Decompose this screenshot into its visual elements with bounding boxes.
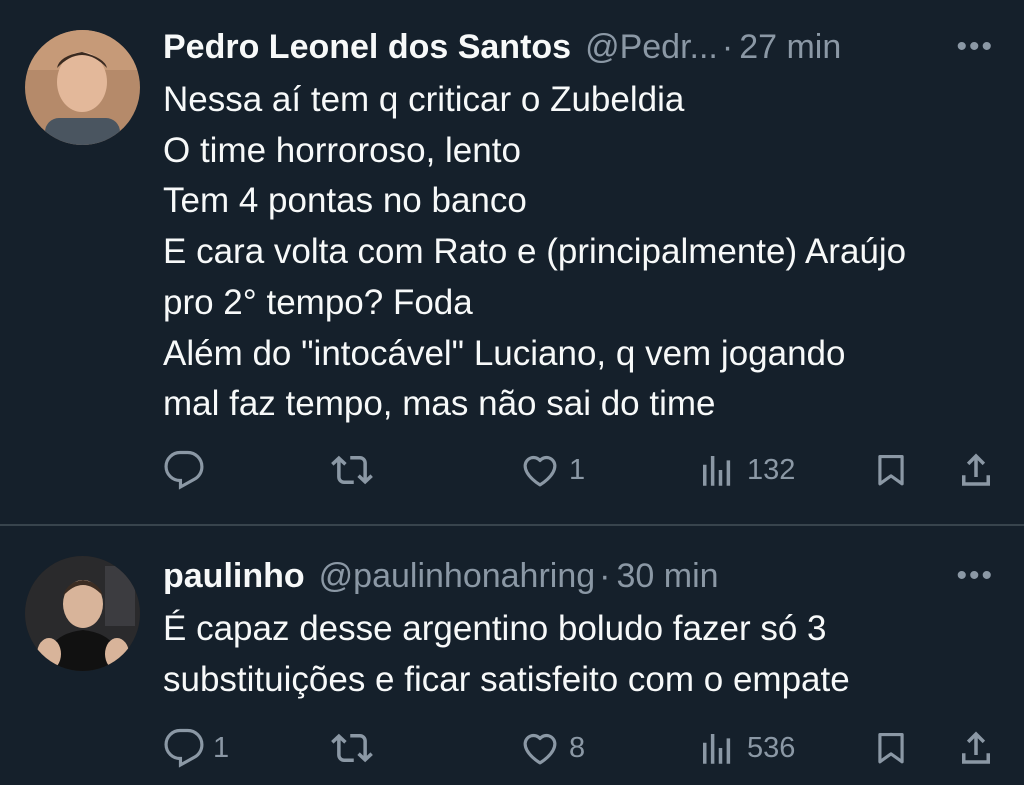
more-icon[interactable]: •••	[956, 553, 994, 599]
bookmark-icon	[872, 727, 910, 769]
timestamp[interactable]: 30 min	[616, 557, 718, 596]
timestamp[interactable]: 27 min	[739, 28, 841, 67]
reply-count: 1	[213, 731, 230, 764]
tweet-text: Nessa aí tem q criticar o Zubeldia O tim…	[163, 75, 1004, 430]
reply-button[interactable]: 1	[163, 723, 229, 773]
like-count: 1	[569, 453, 586, 486]
tweet-text-line: Além do "intocável" Luciano, q vem jogan…	[163, 333, 846, 373]
tweet-text-line: Tem 4 pontas no banco	[163, 181, 527, 221]
tweet[interactable]: paulinho @paulinhonahring · 30 min ••• É…	[0, 526, 1024, 785]
tweet-text-line: mal faz tempo, mas não sai do time	[163, 384, 716, 424]
share-button[interactable]	[955, 445, 997, 495]
tweet-text-line: Nessa aí tem q criticar o Zubeldia	[163, 80, 685, 119]
tweet[interactable]: Pedro Leonel dos Santos @Pedr... · 27 mi…	[0, 0, 1024, 525]
share-icon	[955, 449, 997, 491]
views-count: 132	[747, 453, 796, 486]
views-count: 536	[747, 731, 796, 764]
retweet-button[interactable]	[330, 445, 382, 495]
tweet-actions: 1 132	[0, 445, 1024, 495]
like-button[interactable]: 8	[519, 723, 585, 773]
share-button[interactable]	[955, 723, 997, 773]
reply-icon	[163, 727, 205, 769]
views-icon	[695, 449, 739, 491]
bookmark-button[interactable]	[872, 445, 910, 495]
author-handle[interactable]: @Pedr...	[585, 28, 718, 67]
avatar[interactable]	[25, 30, 140, 145]
tweet-header: Pedro Leonel dos Santos @Pedr... · 27 mi…	[163, 24, 994, 70]
tweet-actions: 1 8 536	[0, 723, 1024, 773]
retweet-button[interactable]	[330, 723, 382, 773]
views-button[interactable]: 536	[695, 723, 795, 773]
author-name[interactable]: Pedro Leonel dos Santos	[163, 28, 571, 67]
reply-icon	[163, 449, 205, 491]
bookmark-button[interactable]	[872, 723, 910, 773]
bookmark-icon	[872, 449, 910, 491]
tweet-text-line: E cara volta com Rato e (principalmente)…	[163, 232, 907, 272]
separator: ·	[599, 556, 611, 595]
tweet-header: paulinho @paulinhonahring · 30 min •••	[163, 553, 994, 599]
author-handle[interactable]: @paulinhonahring	[319, 557, 596, 596]
views-icon	[695, 727, 739, 769]
author-name[interactable]: paulinho	[163, 557, 305, 596]
separator: ·	[721, 27, 734, 66]
share-icon	[955, 727, 997, 769]
avatar[interactable]	[25, 556, 140, 671]
like-icon	[519, 727, 561, 769]
tweet-text-line: O time horroroso, lento	[163, 130, 521, 170]
like-icon	[519, 449, 561, 491]
retweet-icon	[330, 449, 374, 491]
reply-button[interactable]	[163, 445, 213, 495]
tweet-text-line: pro 2° tempo? Foda	[163, 282, 473, 322]
views-button[interactable]: 132	[695, 445, 795, 495]
retweet-icon	[330, 727, 374, 769]
like-button[interactable]: 1	[519, 445, 585, 495]
tweet-text-line: substituições e ficar satisfeito com o e…	[163, 659, 850, 699]
more-icon[interactable]: •••	[956, 24, 994, 70]
tweet-text-line: É capaz desse argentino boludo fazer só …	[163, 609, 827, 648]
like-count: 8	[569, 731, 586, 764]
tweet-text: É capaz desse argentino boludo fazer só …	[163, 604, 1004, 705]
